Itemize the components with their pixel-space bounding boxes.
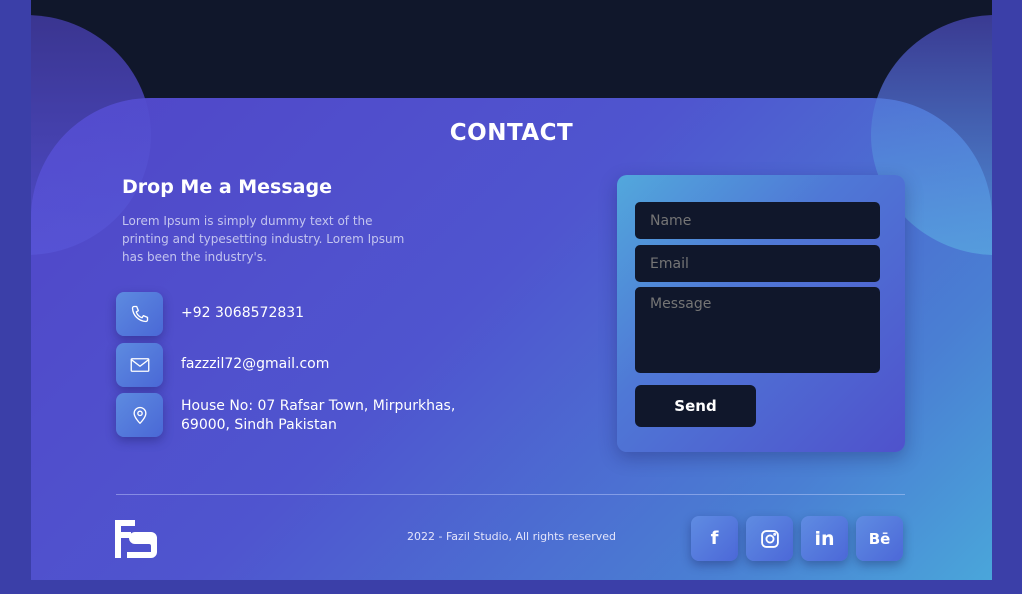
name-field[interactable] <box>635 202 880 239</box>
contact-form: Send <box>617 175 905 452</box>
contact-panel: CONTACT Drop Me a Message Lorem Ipsum is… <box>31 98 992 580</box>
facebook-icon[interactable]: f <box>691 516 738 561</box>
instagram-icon[interactable] <box>746 516 793 561</box>
message-field[interactable] <box>635 287 880 373</box>
phone-row: +92 3068572831 <box>116 292 304 336</box>
address-row: House No: 07 Rafsar Town, Mirpurkhas, 69… <box>116 393 455 437</box>
send-button[interactable]: Send <box>635 385 756 427</box>
linkedin-icon[interactable]: in <box>801 516 848 561</box>
location-pin-icon[interactable] <box>116 393 163 437</box>
address-text: House No: 07 Rafsar Town, Mirpurkhas, 69… <box>181 397 455 435</box>
address-line-2: 69000, Sindh Pakistan <box>181 417 337 433</box>
section-title: CONTACT <box>449 120 574 146</box>
phone-icon[interactable] <box>116 292 163 336</box>
email-field[interactable] <box>635 245 880 282</box>
social-links: f in Bē <box>691 516 903 561</box>
mail-icon[interactable] <box>116 343 163 387</box>
email-text: fazzzil72@gmail.com <box>181 356 330 372</box>
address-line-1: House No: 07 Rafsar Town, Mirpurkhas, <box>181 398 456 414</box>
behance-label: Bē <box>868 529 891 548</box>
intro-heading: Drop Me a Message <box>122 176 332 198</box>
intro-description: Lorem Ipsum is simply dummy text of the … <box>122 214 405 264</box>
behance-icon[interactable]: Bē <box>856 516 903 561</box>
email-row: fazzzil72@gmail.com <box>116 343 329 387</box>
facebook-label: f <box>710 528 719 549</box>
contact-section: CONTACT Drop Me a Message Lorem Ipsum is… <box>31 0 992 580</box>
footer-divider <box>116 494 905 495</box>
phone-text: +92 3068572831 <box>181 305 305 321</box>
linkedin-label: in <box>814 527 835 550</box>
